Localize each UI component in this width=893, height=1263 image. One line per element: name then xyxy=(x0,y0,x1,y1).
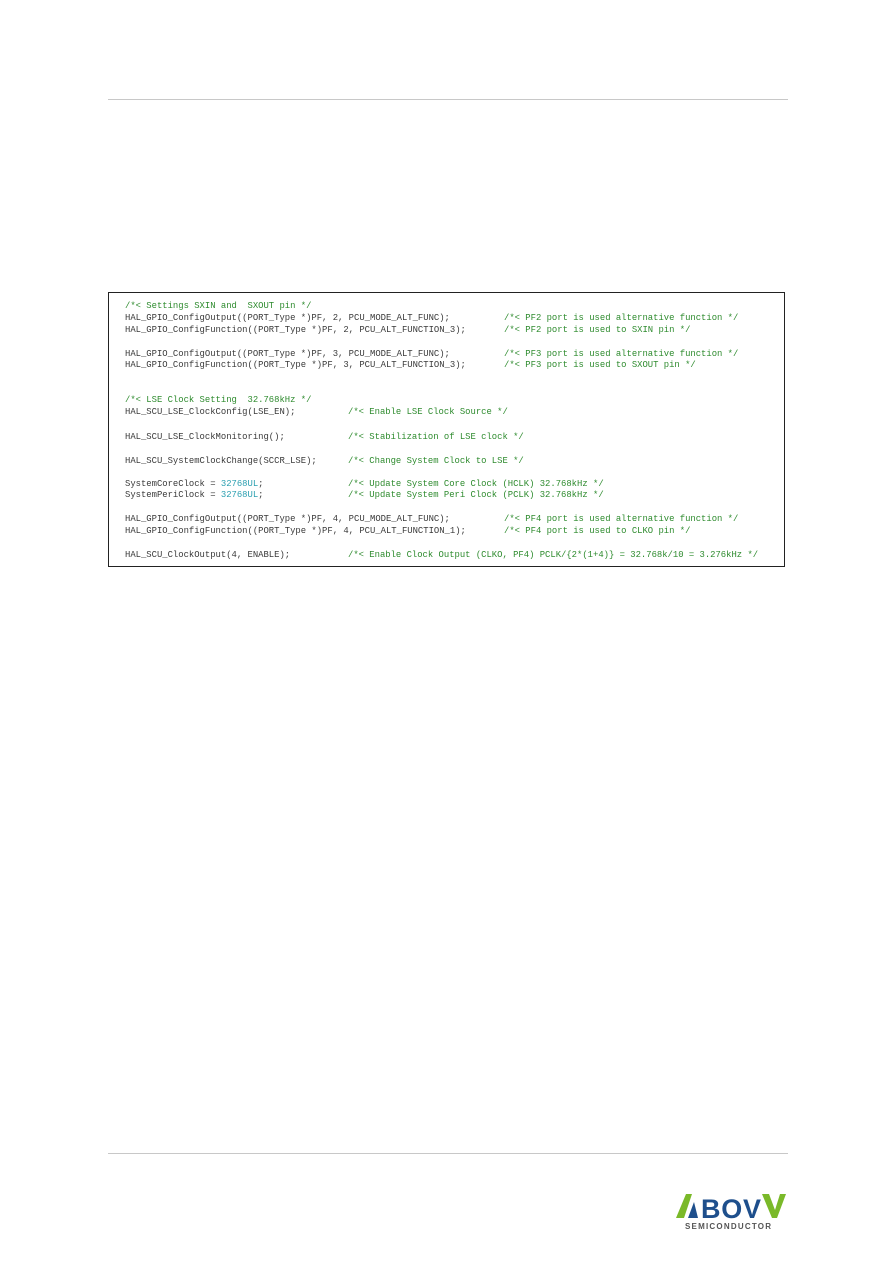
code-line: HAL_GPIO_ConfigOutput((PORT_Type *)PF, 4… xyxy=(125,513,738,525)
code-text: ; xyxy=(258,479,264,489)
code-comment: /*< PF2 port is used alternative functio… xyxy=(504,313,739,323)
code-comment: /*< LSE Clock Setting 32.768kHz */ xyxy=(125,395,312,405)
footer-rule xyxy=(108,1153,788,1154)
code-text: SystemPeriClock = xyxy=(125,490,221,500)
code-comment: /*< PF3 port is used to SXOUT pin */ xyxy=(504,360,696,370)
code-comment: /*< Change System Clock to LSE */ xyxy=(348,456,524,466)
code-comment: /*< Stabilization of LSE clock */ xyxy=(348,432,524,442)
code-line: HAL_GPIO_ConfigOutput((PORT_Type *)PF, 2… xyxy=(125,312,738,324)
code-text: HAL_SCU_LSE_ClockConfig(LSE_EN); xyxy=(125,407,296,417)
code-comment: /*< PF4 port is used to CLKO pin */ xyxy=(504,526,691,536)
code-comment: /*< Enable LSE Clock Source */ xyxy=(348,407,508,417)
code-text: SystemCoreClock = xyxy=(125,479,221,489)
code-text: HAL_SCU_LSE_ClockMonitoring(); xyxy=(125,432,285,442)
code-text: HAL_GPIO_ConfigOutput((PORT_Type *)PF, 3… xyxy=(125,349,450,359)
code-number: 32768UL xyxy=(220,490,259,500)
code-line: HAL_SCU_SystemClockChange(SCCR_LSE); /*< … xyxy=(125,455,524,467)
code-text: HAL_GPIO_ConfigOutput((PORT_Type *)PF, 4… xyxy=(125,514,450,524)
code-line: HAL_GPIO_ConfigFunction((PORT_Type *)PF,… xyxy=(125,525,690,537)
code-comment: /*< Update System Peri Clock (PCLK) 32.7… xyxy=(348,490,604,500)
code-block: /*< Settings SXIN and SXOUT pin */ HAL_G… xyxy=(108,292,785,567)
code-text: HAL_GPIO_ConfigFunction((PORT_Type *)PF,… xyxy=(125,325,466,335)
code-line: HAL_GPIO_ConfigFunction((PORT_Type *)PF,… xyxy=(125,324,690,336)
code-text: ; xyxy=(258,490,264,500)
header-rule xyxy=(108,99,788,100)
code-line: HAL_SCU_LSE_ClockMonitoring(); /*< Stabil… xyxy=(125,431,524,443)
abov-logo: BOV SEMICONDUCTOR xyxy=(676,1194,786,1231)
code-text: HAL_SCU_ClockOutput(4, ENABLE); xyxy=(125,550,291,560)
code-text: HAL_SCU_SystemClockChange(SCCR_LSE); xyxy=(125,456,317,466)
code-line: /*< LSE Clock Setting 32.768kHz */ xyxy=(125,394,311,406)
code-line: /*< Settings SXIN and SXOUT pin */ xyxy=(125,300,311,312)
svg-text:BOV: BOV xyxy=(701,1194,761,1224)
code-comment: /*< Enable Clock Output (CLKO, PF4) PCLK… xyxy=(348,550,759,560)
code-number: 32768UL xyxy=(220,479,259,489)
code-line: SystemPeriClock = 32768UL; /*< Update Sys… xyxy=(125,489,604,501)
code-line: HAL_SCU_LSE_ClockConfig(LSE_EN); /*< Enab… xyxy=(125,406,508,418)
code-line: HAL_GPIO_ConfigFunction((PORT_Type *)PF,… xyxy=(125,359,696,371)
code-text: HAL_GPIO_ConfigFunction((PORT_Type *)PF,… xyxy=(125,360,466,370)
code-line: HAL_SCU_ClockOutput(4, ENABLE); /*< Enabl… xyxy=(125,549,758,561)
svg-text:SEMICONDUCTOR: SEMICONDUCTOR xyxy=(685,1222,771,1231)
code-text: HAL_GPIO_ConfigFunction((PORT_Type *)PF,… xyxy=(125,526,466,536)
code-comment: /*< PF4 port is used alternative functio… xyxy=(504,514,739,524)
code-comment: /*< Settings SXIN and SXOUT pin */ xyxy=(125,301,312,311)
code-text: HAL_GPIO_ConfigOutput((PORT_Type *)PF, 2… xyxy=(125,313,450,323)
code-comment: /*< PF2 port is used to SXIN pin */ xyxy=(504,325,691,335)
